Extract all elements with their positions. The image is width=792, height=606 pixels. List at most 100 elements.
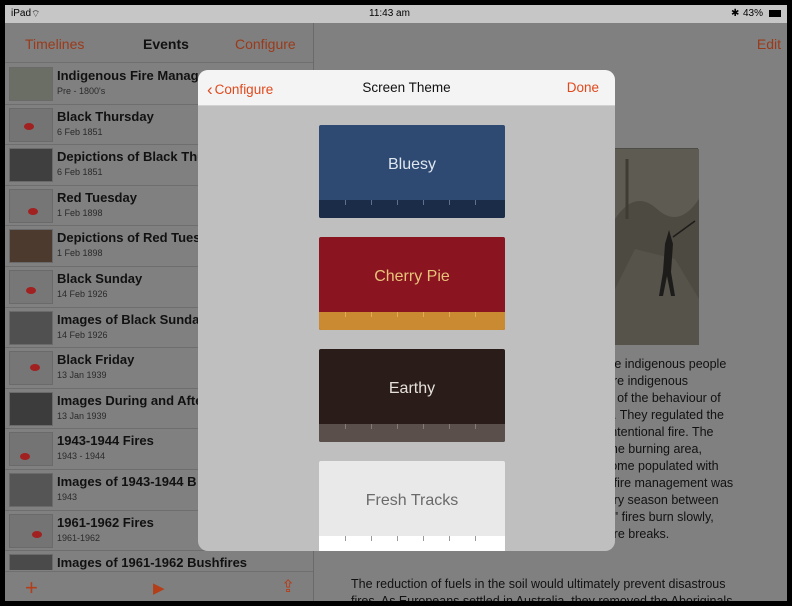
detail-line: , the indigenous people [597, 357, 727, 371]
event-date: 1943 [57, 491, 78, 502]
timeline-tick [449, 536, 450, 541]
theme-timeline-strip [319, 200, 505, 218]
timelines-button[interactable]: Timelines [25, 36, 84, 52]
detail-line: fires. As Europeans settled in Australia… [351, 594, 733, 601]
event-title: Images of Black Sunday [57, 311, 207, 327]
event-date: 13 Jan 1939 [57, 370, 107, 381]
list-item[interactable]: Images of 1961-1962 Bushfires 1961-1962 [5, 551, 313, 570]
event-thumbnail [9, 310, 53, 345]
theme-timeline-strip [319, 424, 505, 442]
detail-line: n intentional fire. The [597, 425, 714, 439]
timeline-tick [423, 536, 424, 541]
event-date: Pre - 1800's [57, 86, 106, 96]
theme-name: Fresh Tracks [365, 492, 459, 509]
wifi-icon: ⌔ [31, 9, 41, 20]
add-icon[interactable]: + [25, 575, 38, 601]
timeline-tick [397, 312, 398, 317]
events-toolbar: + ▶ ⇪ [5, 571, 313, 601]
detail-line: ool" fires burn slowly, [597, 510, 714, 524]
play-icon[interactable]: ▶ [153, 579, 165, 597]
detail-line: cts. They regulated the [597, 408, 724, 422]
event-title: Depictions of Red Tuesc [57, 230, 208, 246]
theme-timeline-strip [319, 312, 505, 330]
event-title: Depictions of Black Thu [57, 149, 206, 165]
theme-option-cherry-pie[interactable]: Cherry Pie [319, 237, 505, 330]
timeline-tick [475, 536, 476, 541]
timeline-tick [423, 312, 424, 317]
timeline-tick [449, 424, 450, 429]
event-title: Black Thursday [57, 108, 154, 124]
event-painting [614, 148, 699, 345]
theme-option-bluesy[interactable]: Bluesy [319, 125, 505, 218]
event-date: 13 Jan 1939 [57, 410, 107, 421]
event-date: 14 Feb 1926 [57, 288, 108, 299]
event-thumbnail [9, 351, 53, 386]
theme-name: Cherry Pie [374, 268, 450, 285]
detail-line: ble of the behaviour of [597, 391, 721, 405]
event-title: Images During and Afte [57, 392, 203, 408]
timeline-tick [345, 200, 346, 205]
detail-line: us fire management was [597, 476, 734, 490]
detail-line: g fire breaks. [597, 527, 670, 541]
event-thumbnail [9, 391, 53, 426]
event-thumbnail [9, 472, 53, 507]
detail-line: were indigenous [597, 374, 689, 388]
timeline-tick [345, 536, 346, 541]
theme-option-earthy[interactable]: Earthy [319, 349, 505, 442]
screen-theme-popover: ‹ Configure Screen Theme Done Bluesy Cher… [198, 70, 615, 551]
timeline-tick [397, 200, 398, 205]
timeline-tick [475, 424, 476, 429]
popover-header: ‹ Configure Screen Theme Done [198, 70, 615, 106]
edit-button[interactable]: Edit [757, 36, 781, 52]
timeline-tick [397, 536, 398, 541]
event-date: 6 Feb 1851 [57, 126, 103, 137]
detail-line: e the burning area, [597, 442, 702, 456]
event-title: Black Sunday [57, 270, 143, 286]
detail-paragraph: The reduction of fuels in the soil would… [351, 576, 732, 601]
painting-illustration [615, 149, 699, 345]
theme-timeline-strip [319, 536, 505, 551]
configure-button[interactable]: Configure [235, 36, 296, 52]
timeline-tick [371, 424, 372, 429]
timeline-tick [475, 200, 476, 205]
battery-percent: 43% [743, 8, 764, 19]
events-title: Events [143, 36, 189, 52]
timeline-tick [475, 312, 476, 317]
battery-icon [769, 10, 781, 17]
timeline-tick [345, 312, 346, 317]
event-thumbnail [9, 107, 53, 142]
detail-line: The reduction of fuels in the soil would… [351, 577, 726, 591]
timeline-tick [449, 312, 450, 317]
event-thumbnail [9, 229, 53, 264]
event-title: 1961-1962 Fires [57, 514, 154, 530]
event-thumbnail [9, 269, 53, 304]
detail-line: ecome populated with [597, 459, 719, 473]
event-date: 1961-1962 [57, 532, 101, 543]
clock: 11:43 am [369, 8, 410, 19]
theme-option-fresh-tracks[interactable]: Fresh Tracks [319, 461, 505, 551]
event-date: 1 Feb 1898 [57, 207, 103, 218]
done-button[interactable]: Done [567, 80, 599, 95]
theme-name: Earthy [388, 380, 436, 397]
bluetooth-icon: ✱ [731, 8, 740, 19]
timeline-tick [423, 424, 424, 429]
event-title: Images of 1943-1944 B [57, 473, 197, 489]
event-title: Indigenous Fire Manage [57, 68, 206, 83]
timeline-tick [345, 424, 346, 429]
events-nav-bar: Timelines Events Configure [5, 23, 313, 63]
ipad-screen: iPad ⌔ 11:43 am ✱ 43% Timelines Events C… [5, 5, 787, 601]
event-title: Red Tuesday [57, 189, 137, 205]
detail-line: y dry season between [597, 493, 719, 507]
event-thumbnail [9, 432, 53, 467]
timeline-tick [371, 536, 372, 541]
event-thumbnail [9, 554, 53, 570]
event-date: 14 Feb 1926 [57, 329, 108, 340]
event-date: 6 Feb 1851 [57, 167, 103, 178]
timeline-tick [397, 424, 398, 429]
popover-title: Screen Theme [362, 80, 451, 95]
timeline-tick [371, 312, 372, 317]
event-thumbnail [9, 67, 53, 101]
event-thumbnail [9, 513, 53, 548]
share-icon[interactable]: ⇪ [281, 577, 295, 597]
event-date: 1 Feb 1898 [57, 248, 103, 259]
